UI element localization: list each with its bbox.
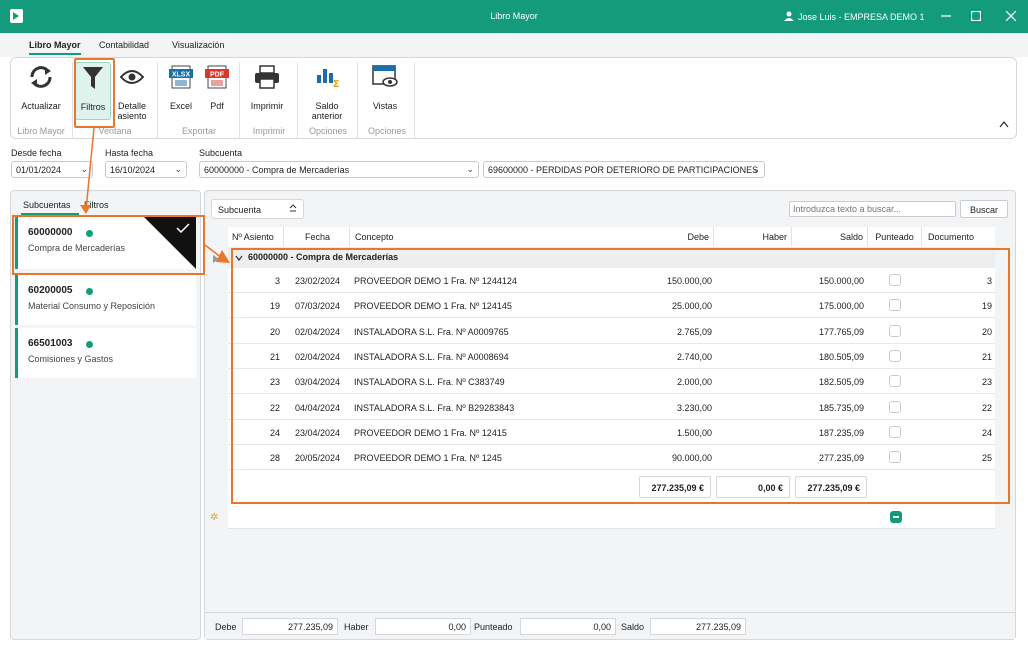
- annotation-arrows: [80, 127, 230, 263]
